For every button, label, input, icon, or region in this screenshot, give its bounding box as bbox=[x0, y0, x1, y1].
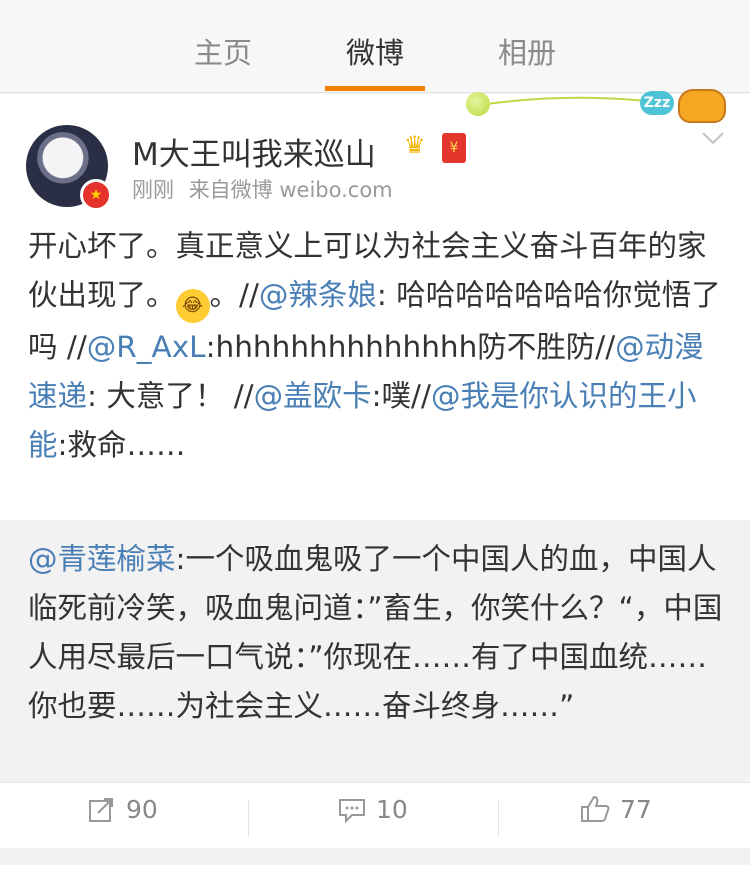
repost-count: 90 bbox=[126, 795, 158, 824]
user-mention[interactable]: @R_AxL bbox=[87, 330, 206, 364]
card-ornament-string bbox=[479, 96, 647, 106]
comment-icon bbox=[339, 799, 365, 824]
user-mention[interactable]: @盖欧卡 bbox=[254, 379, 372, 413]
sleeping-cat-icon bbox=[678, 89, 726, 123]
repost-button[interactable]: 90 bbox=[88, 795, 158, 835]
verified-badge-icon: ★ bbox=[80, 179, 112, 211]
like-icon bbox=[581, 795, 610, 822]
post-text-segment: :hhhhhhhhhhhhhh防不胜防// bbox=[205, 330, 616, 364]
sleep-zzz-icon: Zzz bbox=[640, 91, 674, 115]
chevron-down-icon[interactable] bbox=[700, 125, 726, 151]
like-button[interactable]: 77 bbox=[580, 795, 652, 835]
user-mention[interactable]: @辣条娘 bbox=[259, 278, 377, 312]
profile-tab-bar: 主页 微博 相册 bbox=[0, 0, 750, 93]
red-packet-icon[interactable]: ¥ bbox=[442, 133, 466, 163]
post-meta: 刚刚 来自微博 weibo.com bbox=[132, 174, 401, 204]
post-text: 开心坏了。真正意义上可以为社会主义奋斗百年的家伙出现了。 😂 。//@辣条娘: 哈哈… bbox=[28, 222, 728, 470]
next-post-card[interactable] bbox=[0, 865, 750, 875]
action-divider bbox=[498, 800, 499, 836]
post-username[interactable]: M大王叫我来巡山 bbox=[132, 129, 376, 174]
tab-album[interactable]: 相册 bbox=[472, 30, 582, 74]
comment-button[interactable]: 10 bbox=[338, 795, 408, 835]
post-text-segment: : 大意了！ // bbox=[87, 379, 254, 413]
post-time: 刚刚 bbox=[132, 178, 174, 202]
post-text-segment: 。// bbox=[209, 278, 259, 312]
quoted-author-mention[interactable]: @青莲榆菜 bbox=[28, 542, 176, 576]
tab-home[interactable]: 主页 bbox=[168, 30, 278, 74]
like-count: 77 bbox=[620, 795, 652, 824]
active-tab-indicator bbox=[325, 86, 425, 91]
comment-count: 10 bbox=[376, 795, 408, 824]
post-text-segment: :救命…… bbox=[57, 428, 186, 462]
tab-weibo[interactable]: 微博 bbox=[320, 30, 430, 74]
post-text-segment: :噗// bbox=[371, 379, 431, 413]
post-action-bar: 90 10 77 bbox=[0, 782, 750, 849]
ornament-bead-icon bbox=[466, 92, 490, 116]
crown-icon[interactable]: ♛ bbox=[404, 131, 436, 161]
repost-icon bbox=[89, 798, 113, 822]
post-source: 来自微博 weibo.com bbox=[188, 178, 393, 202]
quoted-post-text: @青莲榆菜:一个吸血鬼吸了一个中国人的血，中国人临死前冷笑，吸血鬼问道：”畜生，… bbox=[28, 535, 728, 731]
action-divider bbox=[248, 800, 249, 836]
laugh-emoji-icon: 😂 bbox=[175, 289, 210, 323]
